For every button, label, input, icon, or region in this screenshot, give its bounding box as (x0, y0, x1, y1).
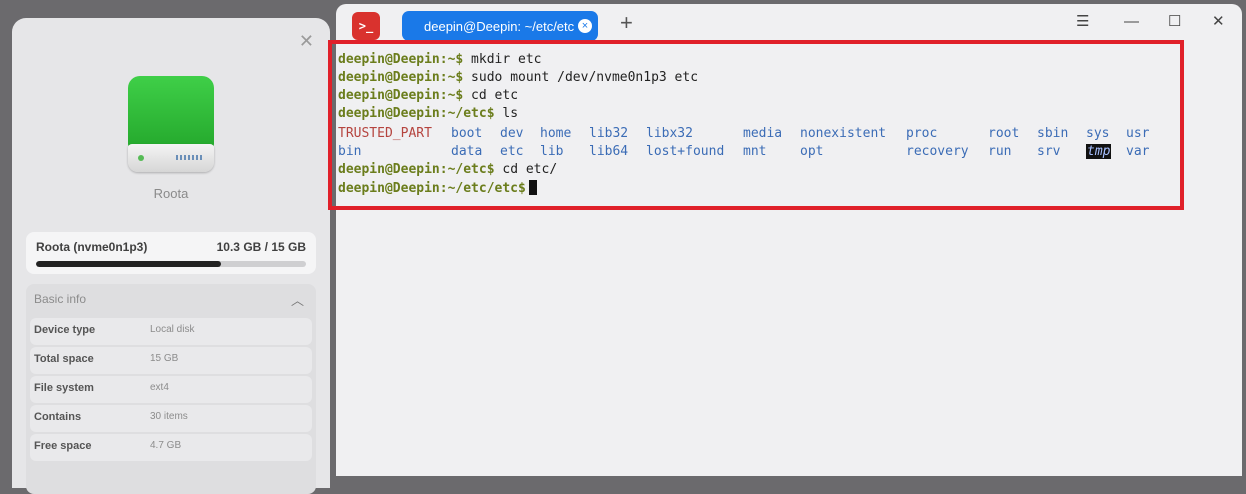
info-value: ext4 (150, 382, 169, 393)
info-key: Device type (34, 324, 96, 336)
info-row-device-type: Device type Local disk (30, 318, 312, 345)
basic-info-section: Basic info ︿ Device type Local disk Tota… (26, 284, 316, 494)
info-key: Free space (34, 440, 92, 452)
info-value: 15 GB (150, 353, 179, 364)
window-close-icon[interactable]: ✕ (1212, 14, 1225, 29)
info-value: 4.7 GB (150, 440, 182, 451)
chevron-up-icon[interactable]: ︿ (291, 290, 304, 309)
close-icon[interactable]: ✕ (299, 32, 314, 50)
menu-icon[interactable]: ☰ (1076, 14, 1089, 29)
terminal-app-icon[interactable]: >_ (352, 12, 380, 40)
info-row-free-space: Free space 4.7 GB (30, 434, 312, 461)
tab-terminal[interactable]: deepin@Deepin: ~/etc/etc × (402, 11, 598, 41)
usage-label: Roota (nvme0n1p3) (36, 240, 148, 254)
minimize-icon[interactable]: — (1124, 14, 1139, 29)
info-value: 30 items (150, 411, 188, 422)
highlight-annotation (328, 40, 1184, 210)
info-row-file-system: File system ext4 (30, 376, 312, 403)
info-row-total-space: Total space 15 GB (30, 347, 312, 374)
usage-card: Roota (nvme0n1p3) 10.3 GB / 15 GB (26, 232, 316, 274)
info-key: File system (34, 382, 94, 394)
disk-icon (128, 76, 214, 174)
tab-close-icon[interactable]: × (578, 19, 592, 33)
tab-title: deepin@Deepin: ~/etc/etc (424, 19, 575, 34)
disk-properties-panel: ✕ Roota Roota (nvme0n1p3) 10.3 GB / 15 G… (12, 18, 330, 494)
info-value: Local disk (150, 324, 195, 335)
maximize-icon[interactable]: ☐ (1168, 14, 1181, 29)
usage-bar (36, 261, 306, 267)
usage-bar-fill (36, 261, 222, 267)
basic-info-header[interactable]: Basic info (34, 292, 86, 306)
new-tab-button[interactable]: + (620, 12, 633, 34)
usage-value: 10.3 GB / 15 GB (216, 240, 306, 254)
info-key: Contains (34, 411, 82, 423)
volume-name: Roota (153, 186, 189, 201)
terminal-titlebar[interactable]: >_ deepin@Deepin: ~/etc/etc × + ☰ — ☐ ✕ (336, 4, 1242, 42)
info-key: Total space (34, 353, 94, 365)
info-row-contains: Contains 30 items (30, 405, 312, 432)
